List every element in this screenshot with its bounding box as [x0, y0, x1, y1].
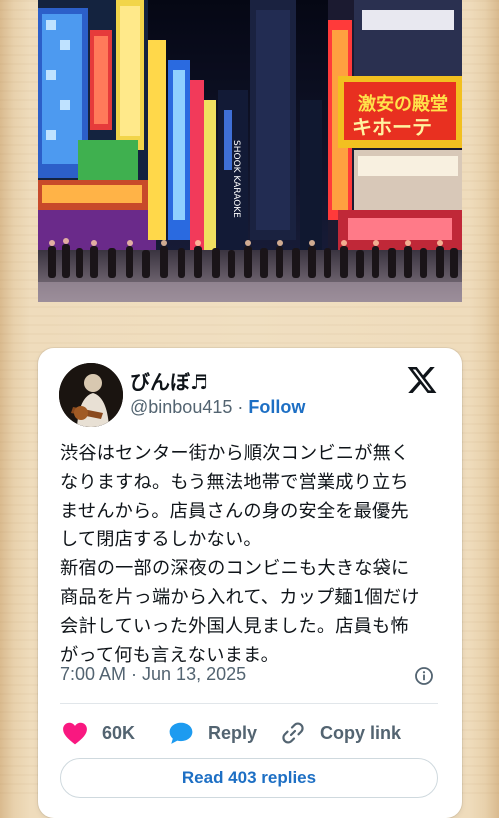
- speech-bubble-icon: [169, 722, 193, 744]
- reply-label: Reply: [208, 722, 258, 743]
- svg-text:SHOOK KARAOKE: SHOOK KARAOKE: [231, 140, 241, 218]
- tweet-text-line: なりますね。もう無法地帯で営業成り立ち: [60, 471, 409, 493]
- tweet-text-line: ませんから。店員さんの身の安全を最優先: [60, 500, 409, 522]
- tweet-text-line: 商品を片っ端から入れて、カップ麺1個だけ: [60, 586, 420, 608]
- tweet-text-line: 新宿の一部の深夜のコンビニも大きな袋に: [60, 558, 410, 580]
- link-icon: [282, 722, 304, 744]
- separator-dot: ·: [237, 397, 244, 417]
- divider: [60, 703, 438, 704]
- copy-link-button[interactable]: Copy link: [280, 718, 401, 748]
- tweet-text: 渋谷はセンター街から順次コンビニが無く なりますね。もう無法地帯で営業成り立ち …: [60, 440, 450, 670]
- reply-button[interactable]: Reply: [168, 718, 257, 748]
- like-button[interactable]: 60K: [62, 718, 135, 748]
- shinjuku-night-photo: 激安の殿堂 キホーテ SHOOK KARAOKE: [38, 0, 462, 302]
- heart-icon: [63, 722, 87, 745]
- tweet-card: びんぼ♬ @binbou415 · Follow 渋谷はセンター街から順次コンビ…: [38, 348, 462, 818]
- display-name[interactable]: びんぼ♬: [130, 366, 208, 395]
- svg-text:キホーテ: キホーテ: [352, 115, 432, 139]
- svg-text:激安の殿堂: 激安の殿堂: [358, 93, 448, 115]
- x-logo-icon[interactable]: [406, 364, 438, 396]
- tweet-timestamp[interactable]: 7:00 AM · Jun 13, 2025: [60, 664, 246, 685]
- follow-link[interactable]: Follow: [248, 397, 305, 417]
- user-handle[interactable]: @binbou415: [130, 397, 232, 417]
- handle-row: @binbou415 · Follow: [130, 397, 305, 418]
- tweet-text-line: 会計していった外国人見ました。店員も怖: [60, 615, 409, 637]
- avatar[interactable]: [59, 363, 123, 427]
- read-replies-button[interactable]: Read 403 replies: [60, 758, 438, 798]
- tweet-text-line: して閉店するしかない。: [60, 529, 262, 551]
- tweet-text-line: 渋谷はセンター街から順次コンビニが無く: [60, 443, 410, 464]
- info-icon[interactable]: [414, 666, 434, 686]
- like-count: 60K: [102, 722, 136, 743]
- copy-link-label: Copy link: [320, 722, 402, 743]
